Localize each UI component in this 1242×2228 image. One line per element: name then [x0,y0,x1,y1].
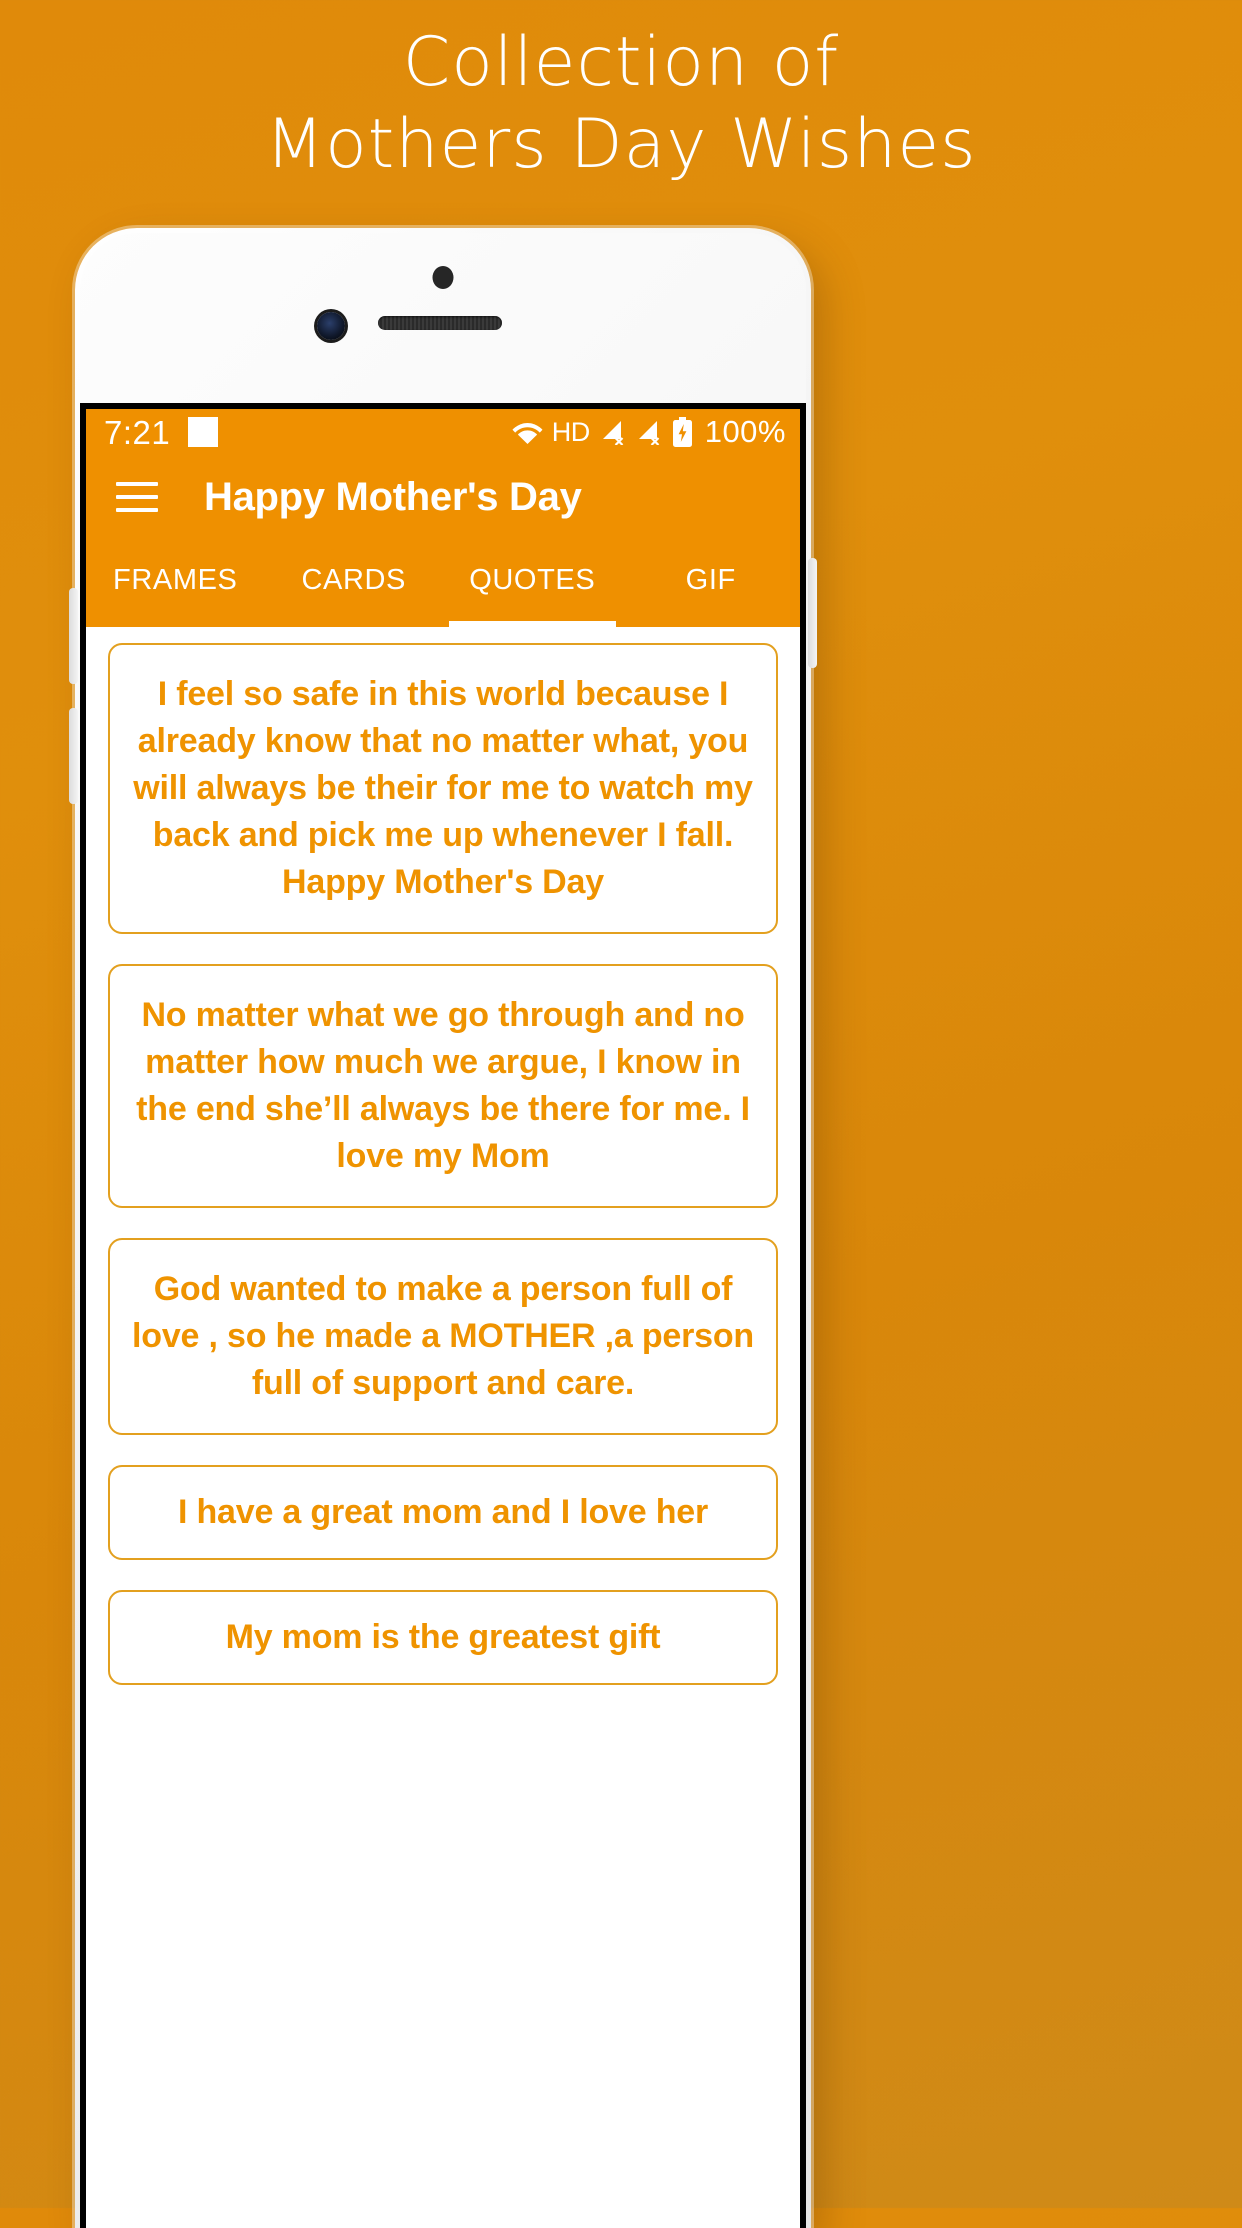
quote-card[interactable]: God wanted to make a person full of love… [108,1238,778,1435]
hamburger-bar-1 [116,482,158,486]
notification-square-icon [188,417,219,447]
app-bar-title: Happy Mother's Day [204,474,582,519]
quote-card[interactable]: My mom is the greatest gift [108,1590,778,1685]
status-bar-icons: HD 100% [512,414,786,450]
phone-mockup: 7:21 HD 100% Happy Mother's Day FRAMES C… [69,228,817,2228]
hamburger-menu-icon[interactable] [116,482,158,512]
front-camera-icon [317,312,345,340]
promo-heading: Collection of Mothers Day Wishes [0,0,1242,186]
quote-card[interactable]: No matter what we go through and no matt… [108,964,778,1208]
volume-up-button[interactable] [69,588,78,684]
power-button[interactable] [808,558,817,668]
signal-no-sim-icon-2 [635,420,662,446]
battery-percent-label: 100% [704,414,786,449]
status-bar-time: 7:21 [104,413,171,451]
app-viewport: 7:21 HD 100% Happy Mother's Day FRAMES C… [86,409,800,2228]
tab-quotes[interactable]: QUOTES [443,539,622,627]
promo-heading-line-1: Collection of [402,23,840,102]
quote-list[interactable]: I feel so safe in this world because I a… [86,627,800,2228]
volume-down-button[interactable] [69,708,78,804]
tab-bar: FRAMES CARDS QUOTES GIF [86,539,800,627]
tab-gif[interactable]: GIF [622,539,801,627]
hd-call-label: HD [551,416,591,447]
tab-frames[interactable]: FRAMES [86,539,265,627]
quote-card[interactable]: I feel so safe in this world because I a… [108,643,778,934]
hamburger-bar-2 [116,495,158,499]
earpiece-speaker-icon [378,316,502,330]
promo-heading-line-2: Mothers Day Wishes [265,105,977,184]
quote-card[interactable]: I have a great mom and I love her [108,1465,778,1560]
phone-screen: 7:21 HD 100% Happy Mother's Day FRAMES C… [80,403,806,2228]
signal-no-sim-icon-1 [599,420,626,446]
wifi-icon [512,420,543,444]
tab-cards[interactable]: CARDS [265,539,444,627]
proximity-sensor-icon [432,266,454,289]
hamburger-bar-3 [116,508,158,512]
status-bar: 7:21 HD 100% [86,409,800,455]
battery-charging-icon [671,417,694,447]
app-bar: Happy Mother's Day [86,455,800,539]
